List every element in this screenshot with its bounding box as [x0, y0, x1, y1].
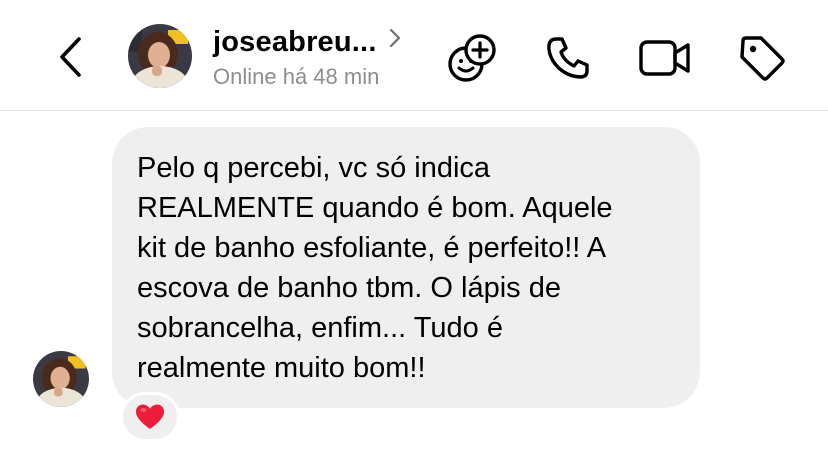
sender-avatar[interactable]: [33, 351, 89, 407]
heart-icon: [136, 404, 164, 429]
tag-icon: [740, 36, 785, 81]
video-camera-icon: [639, 40, 690, 76]
chevron-left-icon: [60, 37, 81, 77]
sticker-add-icon: [448, 34, 496, 82]
message-bubble[interactable]: Pelo q percebi, vc só indica REALMENTE q…: [112, 127, 700, 408]
chat-header: joseabreu... Online há 48 min: [0, 0, 828, 111]
contact-avatar[interactable]: [128, 24, 192, 88]
video-call-button[interactable]: [637, 30, 693, 86]
contact-profile-link[interactable]: joseabreu...: [213, 26, 401, 59]
phone-icon: [547, 37, 589, 79]
effects-button[interactable]: [444, 30, 500, 86]
chevron-right-icon: [389, 28, 400, 47]
audio-call-button[interactable]: [540, 30, 596, 86]
chat-screen: joseabreu... Online há 48 min Pelo q per…: [0, 0, 828, 457]
message-text: Pelo q percebi, vc só indica REALMENTE q…: [137, 152, 613, 384]
back-button[interactable]: [50, 32, 90, 82]
message-reaction[interactable]: [120, 392, 180, 442]
online-status: Online há 48 min: [213, 64, 380, 89]
tag-button[interactable]: [734, 30, 790, 86]
contact-name: joseabreu...: [213, 26, 377, 58]
